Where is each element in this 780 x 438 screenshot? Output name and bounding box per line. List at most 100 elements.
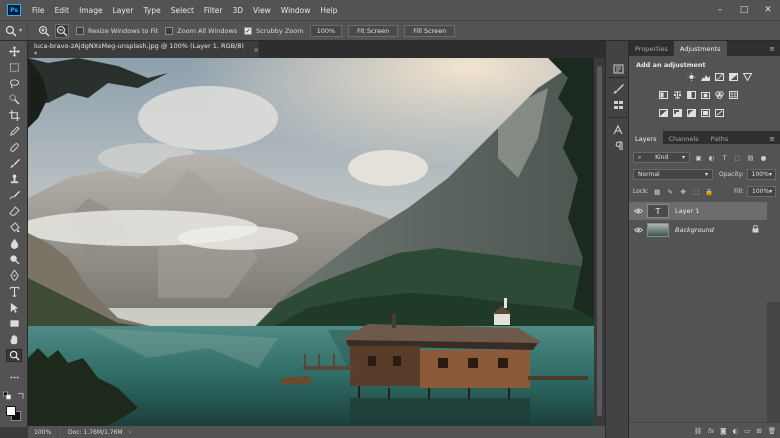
lock-all-icon[interactable]: 🔒 — [705, 187, 714, 196]
menu-help[interactable]: Help — [315, 6, 342, 15]
color-lookup-icon[interactable] — [729, 91, 738, 99]
adjustments-panel-menu-icon[interactable]: ≡ — [769, 45, 775, 53]
document-canvas[interactable] — [28, 58, 594, 426]
tab-adjustments[interactable]: Adjustments — [673, 41, 727, 56]
menu-select[interactable]: Select — [166, 6, 199, 15]
levels-icon[interactable] — [701, 73, 710, 81]
menu-image[interactable]: Image — [74, 6, 108, 15]
blur-tool-icon[interactable] — [6, 237, 22, 250]
filter-pixel-icon[interactable]: ▣ — [694, 153, 703, 162]
quick-selection-tool-icon[interactable] — [6, 93, 22, 106]
gradient-tool-icon[interactable] — [6, 221, 22, 234]
filter-adjustment-icon[interactable]: ◐ — [707, 153, 716, 162]
fx-icon[interactable]: fx — [708, 427, 714, 435]
layer-name[interactable]: Background — [675, 226, 714, 234]
status-menu-arrow-icon[interactable]: › — [129, 429, 131, 436]
brush-settings-icon[interactable] — [611, 83, 625, 95]
lasso-tool-icon[interactable] — [6, 77, 22, 90]
resize-windows-box[interactable] — [76, 26, 85, 35]
layer-row-background[interactable]: Background — [629, 221, 767, 239]
filter-smart-object-icon[interactable]: ▤ — [746, 153, 755, 162]
crop-tool-icon[interactable] — [6, 109, 22, 122]
brightness-contrast-icon[interactable] — [687, 73, 696, 81]
zoom-tool-icon[interactable] — [6, 349, 22, 362]
filter-kind-select[interactable]: ⌕ Kind ▾ — [633, 152, 690, 163]
menu-type[interactable]: Type — [139, 6, 166, 15]
marquee-tool-icon[interactable] — [6, 61, 22, 74]
trash-icon[interactable]: 🗑 — [768, 427, 776, 435]
path-selection-tool-icon[interactable] — [6, 301, 22, 314]
foreground-color-swatch[interactable] — [6, 406, 16, 416]
tab-properties[interactable]: Properties — [629, 41, 674, 56]
posterize-icon[interactable] — [673, 109, 682, 117]
preset-dropdown-icon[interactable]: ▾ — [19, 27, 22, 34]
swatches-icon[interactable] — [611, 99, 625, 111]
color-balance-icon[interactable] — [673, 91, 682, 99]
default-colors-icon[interactable] — [3, 391, 11, 399]
lock-position-icon[interactable]: ✥ — [679, 187, 688, 196]
scrubby-zoom-box[interactable]: ✓ — [244, 26, 253, 35]
fill-field[interactable]: 100% ▾ — [747, 186, 776, 197]
new-group-folder-icon[interactable]: ▭ — [744, 427, 750, 435]
photo-filter-icon[interactable] — [701, 91, 710, 99]
history-brush-tool-icon[interactable] — [6, 189, 22, 202]
move-tool-icon[interactable] — [6, 45, 22, 58]
document-tab[interactable]: luca-bravo-zAjdgNXsMeg-unsplash.jpg @ 10… — [28, 41, 260, 58]
link-layers-icon[interactable]: ⛓ — [694, 427, 702, 435]
exposure-icon[interactable] — [729, 73, 738, 81]
eyedropper-tool-icon[interactable] — [6, 125, 22, 138]
menu-file[interactable]: File — [27, 6, 50, 15]
close-document-icon[interactable]: × — [254, 46, 259, 54]
more-tools-icon[interactable] — [6, 371, 22, 384]
layer-row-layer-1[interactable]: T Layer 1 — [629, 202, 767, 220]
character-panel-icon[interactable] — [611, 124, 625, 136]
visibility-eye-icon[interactable] — [629, 208, 647, 214]
new-layer-icon[interactable]: ⊞ — [756, 427, 761, 435]
menu-filter[interactable]: Filter — [199, 6, 228, 15]
lock-icon[interactable] — [752, 224, 759, 235]
dodge-tool-icon[interactable] — [6, 253, 22, 266]
zoom-in-icon[interactable] — [37, 24, 51, 38]
pen-tool-icon[interactable] — [6, 269, 22, 282]
history-panel-icon[interactable] — [611, 63, 625, 75]
channel-mixer-icon[interactable] — [715, 91, 724, 99]
fit-screen-button[interactable]: Fit Screen — [348, 24, 399, 37]
clone-stamp-tool-icon[interactable] — [6, 173, 22, 186]
menu-3d[interactable]: 3D — [227, 6, 248, 15]
blend-mode-select[interactable]: Normal ▾ — [633, 169, 713, 180]
brush-tool-icon[interactable] — [6, 157, 22, 170]
layers-scrollbar[interactable] — [767, 302, 780, 424]
selective-color-icon[interactable] — [701, 109, 710, 117]
black-white-icon[interactable] — [687, 91, 696, 99]
zoom-percent-field[interactable]: 100% — [309, 24, 343, 37]
rectangle-tool-icon[interactable] — [6, 317, 22, 330]
swap-colors-icon[interactable] — [17, 391, 25, 399]
filter-toggle-icon[interactable]: ● — [759, 153, 768, 162]
adjustment-layer-icon[interactable]: ◐ — [732, 427, 738, 435]
lock-transparent-icon[interactable]: ▦ — [653, 187, 662, 196]
zoom-all-windows-box[interactable] — [165, 26, 174, 35]
healing-brush-tool-icon[interactable] — [6, 141, 22, 154]
minimize-button[interactable]: – — [708, 0, 732, 20]
add-mask-icon[interactable]: ◙ — [720, 427, 726, 435]
canvas-scroll-thumb[interactable] — [597, 66, 602, 416]
scrubby-zoom-checkbox[interactable]: ✓ Scrubby Zoom — [244, 26, 304, 35]
lock-pixels-icon[interactable]: ✎ — [666, 187, 675, 196]
vibrance-icon[interactable] — [743, 73, 752, 81]
visibility-eye-icon[interactable] — [629, 227, 647, 233]
fill-screen-button[interactable]: Fill Screen — [404, 24, 456, 37]
hand-tool-icon[interactable] — [6, 333, 22, 346]
hue-saturation-icon[interactable] — [659, 91, 668, 99]
zoom-all-windows-checkbox[interactable]: Zoom All Windows — [165, 26, 237, 35]
opacity-field[interactable]: 100% ▾ — [746, 169, 776, 180]
layer-name[interactable]: Layer 1 — [675, 207, 699, 215]
invert-icon[interactable] — [659, 109, 668, 117]
close-window-button[interactable]: ✕ — [756, 0, 780, 20]
status-zoom[interactable]: 100% — [28, 428, 58, 436]
menu-edit[interactable]: Edit — [50, 6, 75, 15]
menu-view[interactable]: View — [248, 6, 276, 15]
paragraph-panel-icon[interactable] — [611, 140, 625, 152]
eraser-tool-icon[interactable] — [6, 205, 22, 218]
lock-artboard-icon[interactable]: ⬚ — [692, 187, 701, 196]
menu-layer[interactable]: Layer — [108, 6, 139, 15]
